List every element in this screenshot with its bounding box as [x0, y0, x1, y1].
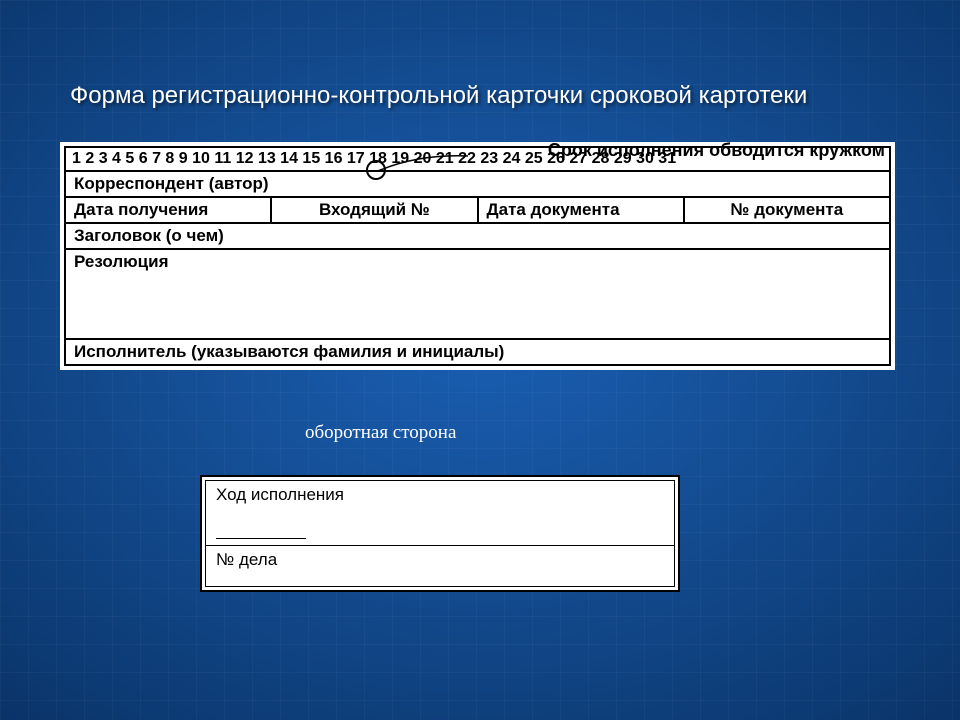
registration-card-back: Ход исполнения № дела — [200, 475, 680, 592]
row-executor: Исполнитель (указываются фамилия и иници… — [66, 340, 889, 364]
progress-label: Ход исполнения — [216, 485, 344, 504]
back-side-caption: оборотная сторона — [305, 422, 456, 444]
row-case-no: № дела — [206, 545, 674, 586]
row-resolution: Резолюция — [66, 250, 889, 340]
row-correspondent: Корреспондент (автор) — [66, 172, 889, 198]
col-date-received: Дата получения — [66, 198, 272, 222]
row-columns: Дата получения Входящий № Дата документа… — [66, 198, 889, 224]
row-subject: Заголовок (о чем) — [66, 224, 889, 250]
row-progress: Ход исполнения — [206, 481, 674, 545]
slide-title: Форма регистрационно-контрольной карточк… — [70, 82, 807, 110]
progress-underline — [216, 538, 306, 539]
circle-callout-label: Срок исполнения обводится кружком — [548, 140, 885, 161]
col-doc-no: № документа — [685, 198, 889, 222]
col-incoming-no: Входящий № — [272, 198, 478, 222]
registration-card-front: Срок исполнения обводится кружком 1 2 3 … — [60, 142, 895, 370]
col-doc-date: Дата документа — [479, 198, 685, 222]
